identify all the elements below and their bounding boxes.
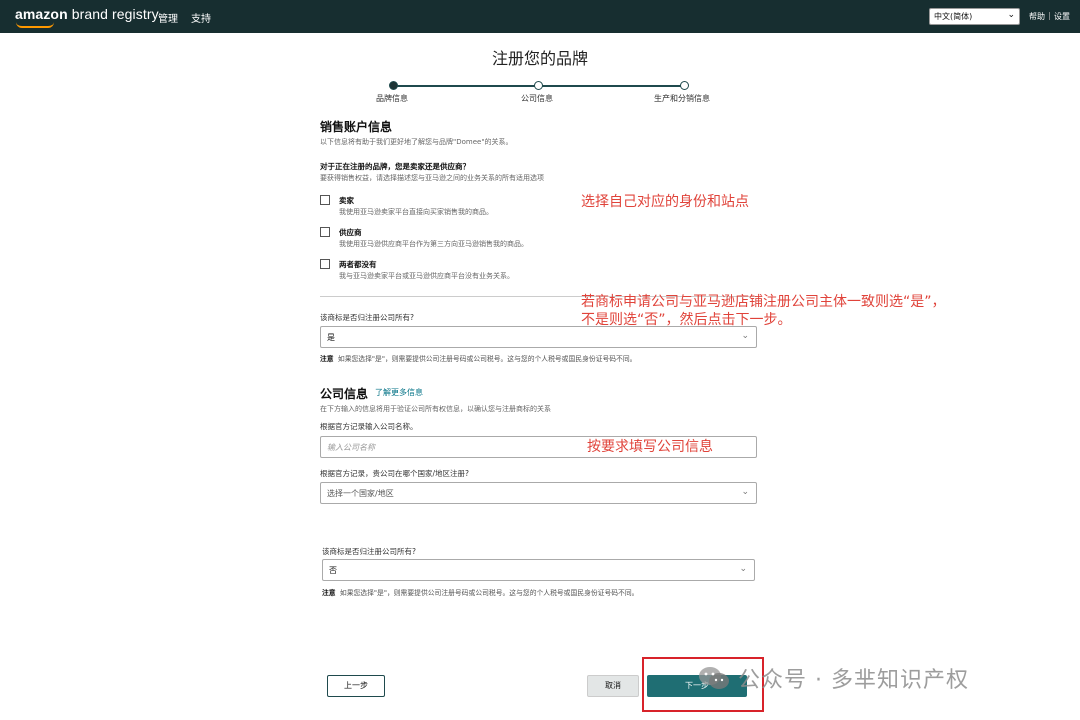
note-label: 注意: [320, 355, 334, 363]
nav-support[interactable]: 支持: [191, 10, 211, 25]
chevron-down-icon: ⌄: [741, 487, 749, 497]
amazon-smile-icon: [16, 22, 54, 28]
chevron-down-icon: ⌄: [739, 564, 747, 574]
annotation-ownership-line1: 若商标申请公司与亚马逊店铺注册公司主体一致则选“是”，: [581, 294, 946, 310]
cancel-button[interactable]: 取消: [587, 675, 639, 697]
language-select[interactable]: 中文(简体) ⌄: [929, 8, 1020, 25]
ownership-select-1[interactable]: 是 ⌄: [320, 326, 757, 348]
country-select[interactable]: 选择一个国家/地区 ⌄: [320, 482, 757, 504]
seller-option-title[interactable]: 卖家: [339, 195, 354, 206]
language-select-value: 中文(简体): [934, 12, 973, 21]
step-dot-production: [680, 81, 689, 90]
step-dot-brand: [389, 81, 398, 90]
separator: |: [1048, 11, 1051, 20]
vendor-checkbox[interactable]: [320, 227, 330, 237]
company-info-subtitle: 在下方输入的信息将用于验证公司所有权信息，以确认您与注册商标的关系: [320, 405, 551, 413]
page-title: 注册您的品牌: [491, 49, 588, 68]
seller-vendor-helper: 要获得销售权益，请选择描述您与亚马逊之间的业务关系的所有适用选项: [320, 174, 544, 182]
ownership-note-2: 注意 如果您选择"是"，则需要提供公司注册号码或公司税号。这与您的个人税号或国民…: [322, 587, 638, 597]
step-label-production: 生产和分销信息: [654, 94, 710, 103]
progress-stepper: [389, 81, 689, 90]
ownership-select-2[interactable]: 否 ⌄: [322, 559, 755, 581]
watermark-text: 公众号 · 多芈知识产权: [738, 668, 969, 693]
seller-vendor-question: 对于正在注册的品牌，您是卖家还是供应商？: [320, 162, 470, 171]
sales-account-subtitle: 以下信息将有助于我们更好地了解您与品牌"Domee"的关系。: [320, 138, 513, 146]
help-link[interactable]: 帮助: [1029, 11, 1045, 22]
note-text: 如果您选择"是"，则需要提供公司注册号码或公司税号。这与您的个人税号或国民身份证…: [339, 589, 639, 597]
neither-option-desc: 我与亚马逊卖家平台或亚马逊供应商平台没有业务关系。: [339, 272, 514, 280]
neither-option-title[interactable]: 两者都没有: [339, 259, 377, 270]
wechat-icon: [699, 667, 729, 689]
seller-option-desc: 我使用亚马逊卖家平台直接向买家销售我的商品。: [339, 208, 493, 216]
chevron-down-icon: ⌄: [741, 331, 749, 341]
seller-checkbox[interactable]: [320, 195, 330, 205]
top-navigation-bar: amazon brand registry 管理 支持 中文(简体) ⌄ 帮助 …: [0, 0, 1080, 33]
logo-amazon-text: amazon: [15, 6, 68, 22]
learn-more-link[interactable]: 了解更多信息: [375, 387, 423, 398]
annotation-select-identity: 选择自己对应的身份和站点: [581, 194, 749, 210]
chevron-down-icon: ⌄: [1007, 10, 1015, 20]
ownership-select-2-value: 否: [329, 566, 337, 575]
step-label-brand: 品牌信息: [376, 94, 408, 103]
settings-link[interactable]: 设置: [1054, 11, 1070, 22]
company-info-title: 公司信息: [320, 387, 369, 401]
neither-checkbox[interactable]: [320, 259, 330, 269]
step-dot-company: [534, 81, 543, 90]
ownership-note-1: 注意 如果您选择"是"，则需要提供公司注册号码或公司税号。这与您的个人税号或国民…: [320, 353, 636, 363]
vendor-option-desc: 我使用亚马逊供应商平台作为第三方向亚马逊销售我的商品。: [339, 240, 528, 248]
amazon-brand-registry-logo[interactable]: amazon brand registry: [15, 6, 159, 28]
previous-step-button[interactable]: 上一步: [327, 675, 385, 697]
note-label: 注意: [322, 589, 336, 597]
country-label: 根据官方记录，贵公司在哪个国家/地区注册?: [320, 469, 470, 478]
ownership-label-2: 该商标是否归注册公司所有?: [322, 547, 416, 556]
ownership-select-1-value: 是: [327, 333, 335, 342]
step-label-company: 公司信息: [521, 94, 553, 103]
country-select-placeholder: 选择一个国家/地区: [327, 489, 394, 498]
vendor-option-title[interactable]: 供应商: [339, 227, 362, 238]
annotation-ownership-line2: 不是则选“否”，然后点击下一步。: [581, 312, 792, 328]
nav-manage[interactable]: 管理: [158, 10, 178, 25]
annotation-company-info: 按要求填写公司信息: [587, 439, 713, 455]
sales-account-title: 销售账户信息: [320, 120, 393, 134]
logo-brand-registry-text: brand registry: [67, 6, 159, 22]
company-name-label: 根据官方记录输入公司名称。: [320, 422, 418, 431]
ownership-label-1: 该商标是否归注册公司所有?: [320, 313, 414, 322]
note-text: 如果您选择"是"，则需要提供公司注册号码或公司税号。这与您的个人税号或国民身份证…: [337, 355, 637, 363]
